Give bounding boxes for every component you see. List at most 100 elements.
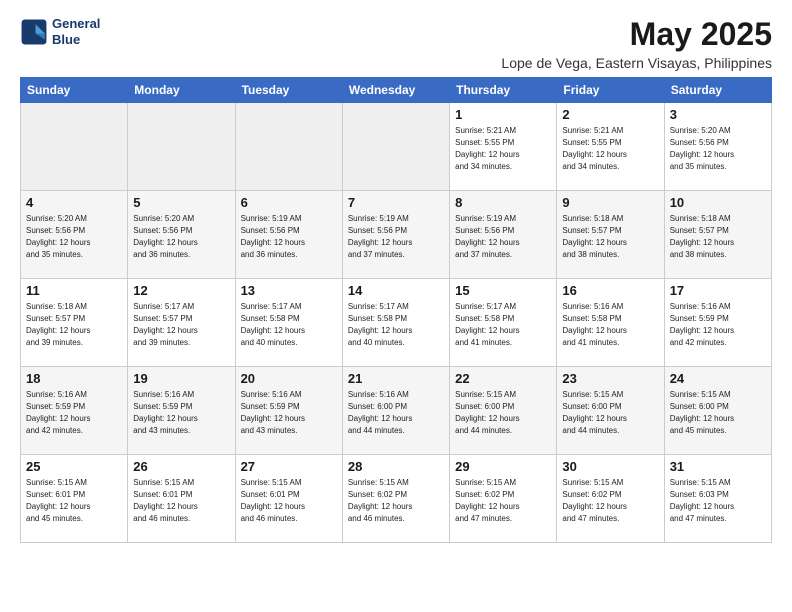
day-info: Sunrise: 5:15 AM Sunset: 6:00 PM Dayligh… (670, 389, 766, 437)
calendar-day-cell (342, 103, 449, 191)
day-number: 15 (455, 283, 551, 298)
day-info: Sunrise: 5:18 AM Sunset: 5:57 PM Dayligh… (562, 213, 658, 261)
day-info: Sunrise: 5:15 AM Sunset: 6:02 PM Dayligh… (348, 477, 444, 525)
day-number: 12 (133, 283, 229, 298)
logo-line2: Blue (52, 32, 100, 48)
day-info: Sunrise: 5:20 AM Sunset: 5:56 PM Dayligh… (133, 213, 229, 261)
calendar-day-cell: 12 Sunrise: 5:17 AM Sunset: 5:57 PM Dayli… (128, 279, 235, 367)
day-number: 9 (562, 195, 658, 210)
day-info: Sunrise: 5:15 AM Sunset: 6:03 PM Dayligh… (670, 477, 766, 525)
calendar-header-row: SundayMondayTuesdayWednesdayThursdayFrid… (21, 78, 772, 103)
day-info: Sunrise: 5:19 AM Sunset: 5:56 PM Dayligh… (455, 213, 551, 261)
day-info: Sunrise: 5:16 AM Sunset: 5:59 PM Dayligh… (241, 389, 337, 437)
day-info: Sunrise: 5:20 AM Sunset: 5:56 PM Dayligh… (26, 213, 122, 261)
calendar-day-cell: 22 Sunrise: 5:15 AM Sunset: 6:00 PM Dayli… (450, 367, 557, 455)
calendar-day-cell: 31Sunrise: 5:15 AM Sunset: 6:03 PM Dayli… (664, 455, 771, 543)
calendar-day-cell: 2 Sunrise: 5:21 AM Sunset: 5:55 PM Daylig… (557, 103, 664, 191)
calendar-day-cell: 3 Sunrise: 5:20 AM Sunset: 5:56 PM Daylig… (664, 103, 771, 191)
calendar-day-cell: 17 Sunrise: 5:16 AM Sunset: 5:59 PM Dayli… (664, 279, 771, 367)
day-number: 24 (670, 371, 766, 386)
day-number: 3 (670, 107, 766, 122)
day-number: 27 (241, 459, 337, 474)
calendar-day-cell: 26Sunrise: 5:15 AM Sunset: 6:01 PM Dayli… (128, 455, 235, 543)
day-number: 20 (241, 371, 337, 386)
day-info: Sunrise: 5:21 AM Sunset: 5:55 PM Dayligh… (455, 125, 551, 173)
day-number: 1 (455, 107, 551, 122)
day-number: 21 (348, 371, 444, 386)
calendar-day-cell: 15 Sunrise: 5:17 AM Sunset: 5:58 PM Dayli… (450, 279, 557, 367)
calendar-day-cell: 9 Sunrise: 5:18 AM Sunset: 5:57 PM Daylig… (557, 191, 664, 279)
day-number: 6 (241, 195, 337, 210)
calendar-day-cell: 8 Sunrise: 5:19 AM Sunset: 5:56 PM Daylig… (450, 191, 557, 279)
day-info: Sunrise: 5:20 AM Sunset: 5:56 PM Dayligh… (670, 125, 766, 173)
calendar-day-cell: 28 Sunrise: 5:15 AM Sunset: 6:02 PM Dayli… (342, 455, 449, 543)
calendar-day-cell (128, 103, 235, 191)
day-info: Sunrise: 5:19 AM Sunset: 5:56 PM Dayligh… (241, 213, 337, 261)
day-number: 17 (670, 283, 766, 298)
day-info: Sunrise: 5:15 AM Sunset: 6:02 PM Dayligh… (455, 477, 551, 525)
calendar-day-cell: 5 Sunrise: 5:20 AM Sunset: 5:56 PM Daylig… (128, 191, 235, 279)
day-number: 7 (348, 195, 444, 210)
calendar-table: SundayMondayTuesdayWednesdayThursdayFrid… (20, 77, 772, 543)
calendar-day-cell: 20 Sunrise: 5:16 AM Sunset: 5:59 PM Dayli… (235, 367, 342, 455)
day-number: 4 (26, 195, 122, 210)
calendar-day-header-monday: Monday (128, 78, 235, 103)
day-info: Sunrise: 5:19 AM Sunset: 5:56 PM Dayligh… (348, 213, 444, 261)
day-info: Sunrise: 5:17 AM Sunset: 5:58 PM Dayligh… (455, 301, 551, 349)
day-info: Sunrise: 5:15 AM Sunset: 6:01 PM Dayligh… (26, 477, 122, 525)
day-number: 5 (133, 195, 229, 210)
day-number: 25 (26, 459, 122, 474)
day-info: Sunrise: 5:17 AM Sunset: 5:57 PM Dayligh… (133, 301, 229, 349)
calendar-day-header-thursday: Thursday (450, 78, 557, 103)
calendar-day-cell: 16Sunrise: 5:16 AM Sunset: 5:58 PM Dayli… (557, 279, 664, 367)
day-number: 13 (241, 283, 337, 298)
page: General Blue May 2025 Lope de Vega, East… (0, 0, 792, 612)
calendar-day-cell: 10Sunrise: 5:18 AM Sunset: 5:57 PM Dayli… (664, 191, 771, 279)
calendar-day-cell: 29Sunrise: 5:15 AM Sunset: 6:02 PM Dayli… (450, 455, 557, 543)
day-info: Sunrise: 5:15 AM Sunset: 6:01 PM Dayligh… (241, 477, 337, 525)
day-number: 10 (670, 195, 766, 210)
calendar-day-cell (235, 103, 342, 191)
day-info: Sunrise: 5:15 AM Sunset: 6:00 PM Dayligh… (455, 389, 551, 437)
calendar-day-header-sunday: Sunday (21, 78, 128, 103)
calendar-day-cell: 27 Sunrise: 5:15 AM Sunset: 6:01 PM Dayli… (235, 455, 342, 543)
month-title: May 2025 (501, 16, 772, 53)
calendar-day-cell: 18 Sunrise: 5:16 AM Sunset: 5:59 PM Dayli… (21, 367, 128, 455)
day-number: 14 (348, 283, 444, 298)
day-number: 18 (26, 371, 122, 386)
calendar-day-cell: 13 Sunrise: 5:17 AM Sunset: 5:58 PM Dayli… (235, 279, 342, 367)
day-number: 16 (562, 283, 658, 298)
calendar-week-row: 18 Sunrise: 5:16 AM Sunset: 5:59 PM Dayli… (21, 367, 772, 455)
day-number: 22 (455, 371, 551, 386)
day-info: Sunrise: 5:15 AM Sunset: 6:00 PM Dayligh… (562, 389, 658, 437)
day-number: 11 (26, 283, 122, 298)
day-number: 28 (348, 459, 444, 474)
day-info: Sunrise: 5:17 AM Sunset: 5:58 PM Dayligh… (241, 301, 337, 349)
calendar-day-header-friday: Friday (557, 78, 664, 103)
logo: General Blue (20, 16, 100, 47)
calendar-day-cell: 7 Sunrise: 5:19 AM Sunset: 5:56 PM Daylig… (342, 191, 449, 279)
logo-icon (20, 18, 48, 46)
day-info: Sunrise: 5:18 AM Sunset: 5:57 PM Dayligh… (26, 301, 122, 349)
calendar-day-cell: 11 Sunrise: 5:18 AM Sunset: 5:57 PM Dayli… (21, 279, 128, 367)
day-number: 30 (562, 459, 658, 474)
calendar-day-cell: 1 Sunrise: 5:21 AM Sunset: 5:55 PM Daylig… (450, 103, 557, 191)
calendar-day-cell: 24 Sunrise: 5:15 AM Sunset: 6:00 PM Dayli… (664, 367, 771, 455)
day-number: 26 (133, 459, 229, 474)
day-info: Sunrise: 5:16 AM Sunset: 5:59 PM Dayligh… (26, 389, 122, 437)
calendar-day-cell: 19Sunrise: 5:16 AM Sunset: 5:59 PM Dayli… (128, 367, 235, 455)
calendar-day-cell: 21 Sunrise: 5:16 AM Sunset: 6:00 PM Dayli… (342, 367, 449, 455)
location-title: Lope de Vega, Eastern Visayas, Philippin… (501, 55, 772, 71)
day-number: 8 (455, 195, 551, 210)
calendar-day-cell (21, 103, 128, 191)
day-number: 2 (562, 107, 658, 122)
calendar-week-row: 1 Sunrise: 5:21 AM Sunset: 5:55 PM Daylig… (21, 103, 772, 191)
calendar-week-row: 25 Sunrise: 5:15 AM Sunset: 6:01 PM Dayli… (21, 455, 772, 543)
calendar-day-cell: 30Sunrise: 5:15 AM Sunset: 6:02 PM Dayli… (557, 455, 664, 543)
day-info: Sunrise: 5:16 AM Sunset: 6:00 PM Dayligh… (348, 389, 444, 437)
calendar-day-cell: 23Sunrise: 5:15 AM Sunset: 6:00 PM Dayli… (557, 367, 664, 455)
day-info: Sunrise: 5:16 AM Sunset: 5:59 PM Dayligh… (670, 301, 766, 349)
calendar-day-cell: 4 Sunrise: 5:20 AM Sunset: 5:56 PM Daylig… (21, 191, 128, 279)
day-info: Sunrise: 5:16 AM Sunset: 5:59 PM Dayligh… (133, 389, 229, 437)
day-info: Sunrise: 5:21 AM Sunset: 5:55 PM Dayligh… (562, 125, 658, 173)
